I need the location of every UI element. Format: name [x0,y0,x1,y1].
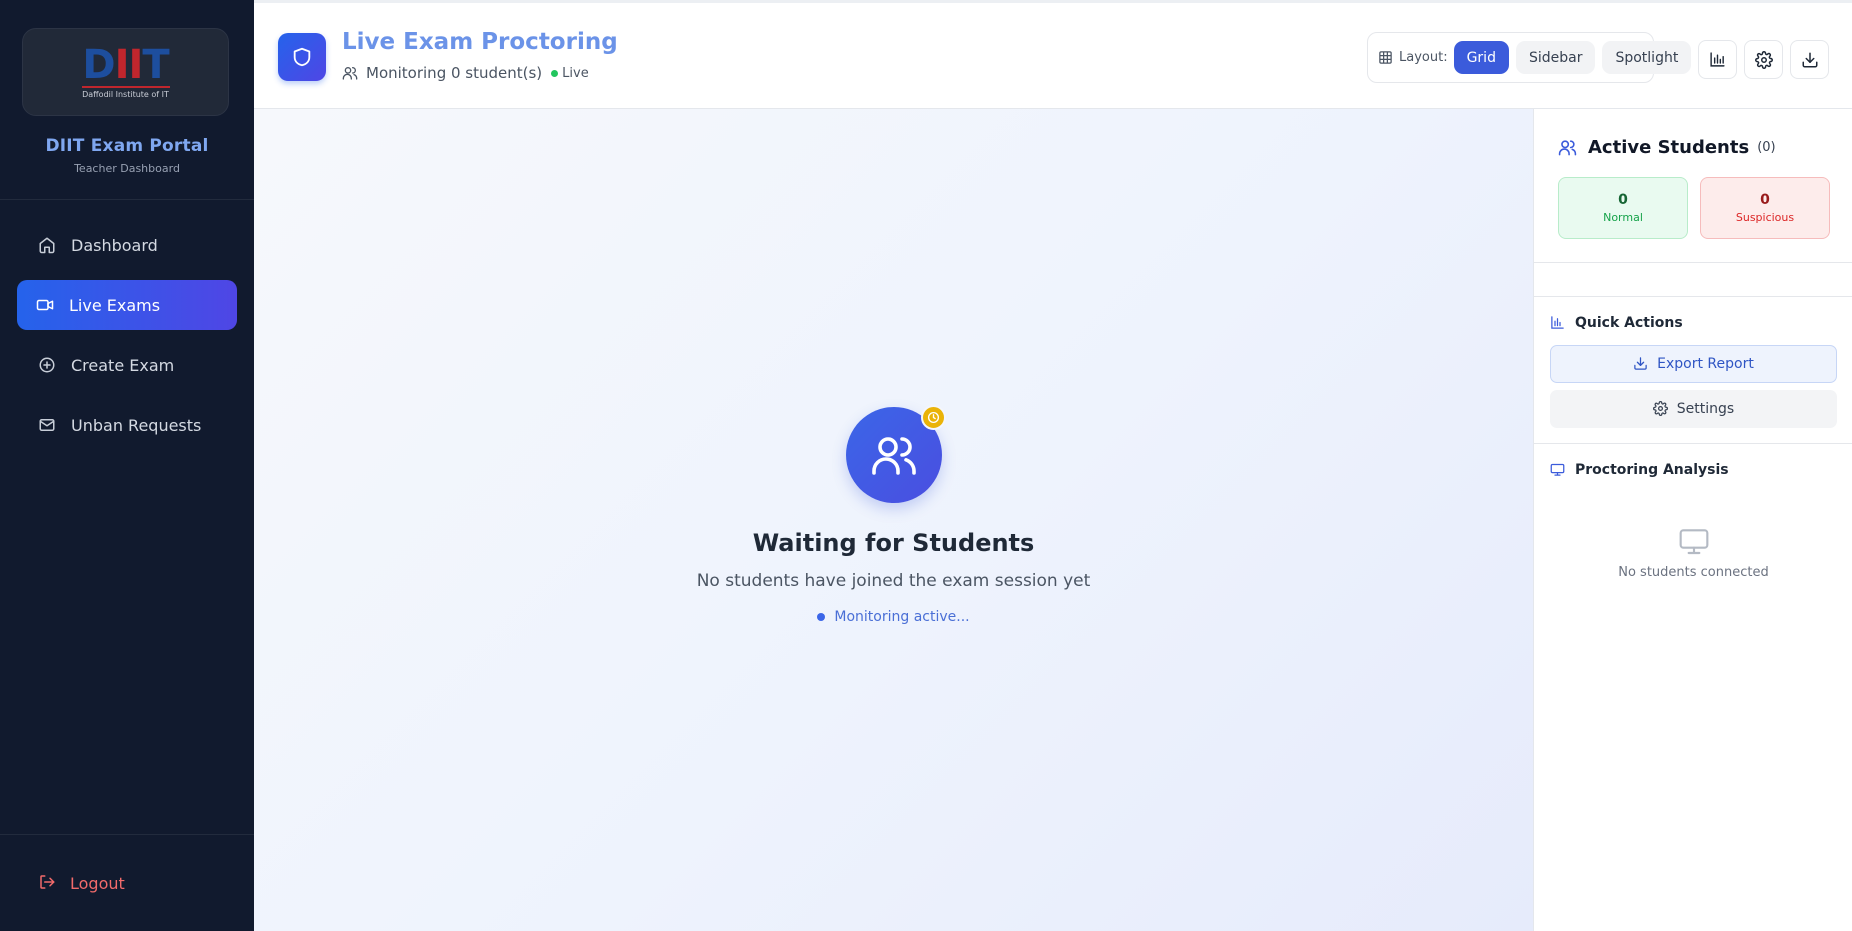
settings-button[interactable] [1744,40,1783,79]
download-icon [1633,356,1649,372]
logo-letter-d: D [82,42,115,88]
normal-label: Normal [1603,211,1643,224]
export-report-label: Export Report [1657,356,1754,372]
suspicious-label: Suspicious [1735,211,1795,224]
live-label: Live [562,65,589,81]
layout-sidebar-button[interactable]: Sidebar [1515,41,1596,74]
gear-icon [1754,50,1773,69]
sidebar-item-label: Unban Requests [71,415,202,435]
sidebar-divider [0,199,254,200]
empty-subtitle: No students have joined the exam session… [696,571,1091,591]
gear-icon [1652,401,1669,417]
portal-title: DIIT Exam Portal [45,136,209,156]
logout-icon [38,873,58,893]
status-dot [817,613,826,621]
empty-state: Waiting for Students No students have jo… [254,405,1533,625]
monitoring-status: Monitoring 0 student(s) Live [342,64,589,82]
panel-divider [1534,296,1852,297]
clock-icon [927,411,939,424]
shield-badge [278,33,326,81]
active-students-title: Active Students [1588,137,1750,158]
bar-chart-icon [1710,52,1725,67]
proctoring-analysis-header: Proctoring Analysis [1550,462,1729,478]
waiting-avatar [845,405,946,503]
download-icon [1802,52,1817,67]
logo-wordmark: DIIT [82,42,169,88]
monitoring-active-status: Monitoring active... [817,609,970,625]
right-panel: Active Students (0) 0 Normal 0 Suspiciou… [1533,109,1852,931]
no-students-state: No students connected [1534,525,1852,580]
panel-divider [1534,443,1852,444]
users-icon [1558,138,1578,158]
clock-badge [920,405,946,430]
mail-icon [37,415,57,435]
sidebar: DIIT Daffodil Institute of IT DIIT Exam … [0,0,254,931]
sidebar-item-label: Live Exams [69,295,161,315]
download-button[interactable] [1790,40,1829,79]
sidebar-item-create-exam[interactable]: Create Exam [17,340,237,390]
settings-action-label: Settings [1676,401,1735,417]
quick-actions-title: Quick Actions [1575,315,1683,331]
monitor-icon [1679,529,1708,555]
proctoring-analysis-title: Proctoring Analysis [1575,462,1729,478]
logo-letter-t: T [142,42,169,88]
page-title: Live Exam Proctoring [342,29,618,55]
sidebar-footer: Logout [0,834,254,931]
quick-actions-header: Quick Actions [1550,315,1683,331]
sidebar-item-unban-requests[interactable]: Unban Requests [17,400,237,450]
grid-icon [1378,50,1393,66]
settings-action-button[interactable]: Settings [1550,390,1837,428]
sidebar-item-label: Create Exam [71,355,175,375]
video-camera-icon [35,295,55,315]
logo: DIIT Daffodil Institute of IT [22,28,229,116]
active-students-header: Active Students (0) [1558,137,1776,158]
logo-underline [81,86,170,88]
video-grid-area: Waiting for Students No students have jo… [254,109,1533,931]
layout-spotlight-button[interactable]: Spotlight [1602,41,1692,74]
sidebar-item-dashboard[interactable]: Dashboard [17,220,237,270]
layout-grid-button[interactable]: Grid [1453,41,1509,74]
users-icon [342,65,358,81]
suspicious-stat-card: 0 Suspicious [1700,177,1830,239]
portal-subtitle: Teacher Dashboard [74,162,180,175]
sidebar-nav: Dashboard Live Exams Create Exam Unban R… [0,220,254,460]
layout-switcher: Layout: Grid Sidebar Spotlight [1367,32,1692,83]
export-report-button[interactable]: Export Report [1550,345,1837,383]
layout-label: Layout: [1399,50,1448,65]
live-indicator-dot [551,69,559,77]
normal-count: 0 [1618,192,1628,208]
logout-button[interactable]: Logout [38,873,125,893]
status-text: Monitoring active... [834,609,970,625]
suspicious-count: 0 [1760,192,1770,208]
sidebar-item-live-exams[interactable]: Live Exams [17,280,237,330]
monitoring-count: Monitoring 0 student(s) [366,64,543,82]
normal-stat-card: 0 Normal [1558,177,1688,239]
logo-subtitle: Daffodil Institute of IT [82,90,169,99]
sidebar-item-label: Dashboard [71,235,158,255]
logo-letters-ii: II [114,42,144,88]
users-icon [871,437,916,475]
bar-chart-icon [1550,315,1566,331]
empty-title: Waiting for Students [752,529,1035,557]
logout-label: Logout [70,873,125,893]
shield-icon [293,47,311,67]
active-students-count: (0) [1757,140,1776,155]
analytics-button[interactable] [1698,40,1737,79]
home-icon [37,235,57,255]
no-students-text: No students connected [1618,565,1769,580]
panel-divider [1534,262,1852,263]
monitor-icon [1550,462,1566,478]
plus-circle-icon [37,355,57,375]
page-header: Live Exam Proctoring Monitoring 0 studen… [254,0,1852,109]
